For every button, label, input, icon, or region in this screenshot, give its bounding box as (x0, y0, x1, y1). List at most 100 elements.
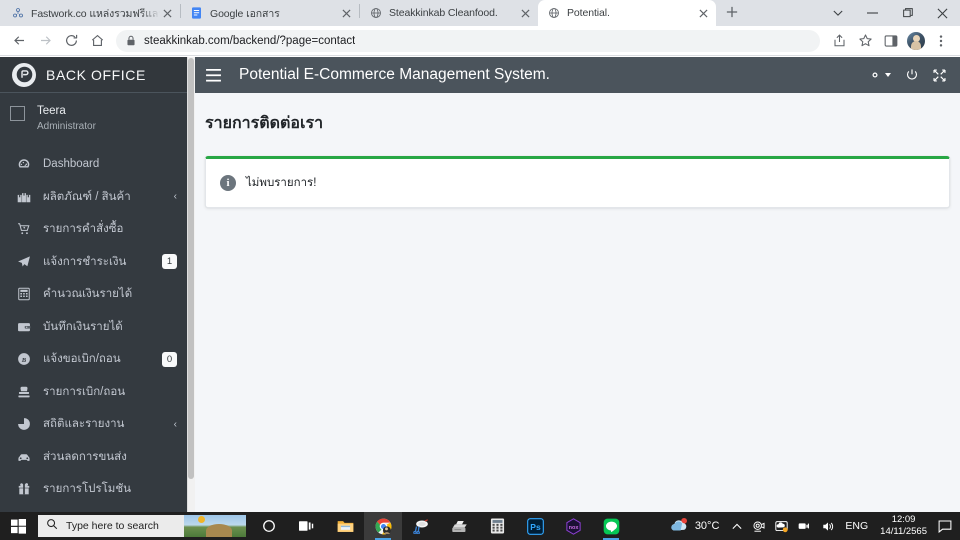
language-indicator[interactable]: ENG (840, 512, 873, 540)
calculator-icon (14, 287, 34, 301)
sidebar-item-withdraw-request[interactable]: B แจ้งขอเบิก/ถอน 0 (0, 343, 187, 376)
clock-time: 12:09 (891, 514, 916, 526)
close-icon[interactable] (696, 6, 710, 20)
close-icon[interactable] (925, 0, 960, 26)
brand-title: BACK OFFICE (46, 66, 146, 83)
close-icon[interactable] (160, 6, 174, 20)
browser-tab-4[interactable]: Potential. (538, 0, 716, 26)
sidebar-item-orders[interactable]: รายการคำสั่งซื้อ (0, 213, 187, 246)
tachometer-icon (14, 157, 34, 171)
gear-icon[interactable] (868, 68, 891, 82)
sidebar-item-label: แจ้งขอเบิก/ถอน (43, 353, 121, 366)
side-panel-icon[interactable] (878, 28, 904, 54)
weather-temperature: 30°C (694, 520, 720, 532)
close-icon[interactable] (339, 6, 353, 20)
file-explorer-icon[interactable] (326, 512, 364, 540)
photoshop-icon[interactable]: Ps (516, 512, 554, 540)
address-bar[interactable]: steakkinkab.com/backend/?page=contact (116, 29, 820, 52)
top-navbar: Potential E-Commerce Management System. (195, 57, 960, 93)
network-icon[interactable] (793, 512, 817, 540)
volume-icon[interactable] (817, 512, 840, 540)
expand-icon[interactable] (933, 68, 946, 82)
navbar-actions (868, 68, 946, 82)
browser-tab-3[interactable]: Steakkinkab Cleanfood. (360, 0, 538, 26)
sidebar-item-label: คำนวณเงินรายได้ (43, 288, 133, 301)
home-icon[interactable] (84, 28, 110, 54)
caret-down-icon (885, 73, 891, 77)
sidebar-item-dashboard[interactable]: Dashboard (0, 148, 187, 181)
reload-icon[interactable] (58, 28, 84, 54)
show-hidden-icons-chevron[interactable] (727, 512, 747, 540)
sidebar-item-products[interactable]: ผลิตภัณฑ์ / สินค้า ‹ (0, 181, 187, 214)
avatar (10, 106, 25, 121)
sidebar: BACK OFFICE Teera Administrator Dashboar… (0, 57, 187, 512)
status-badge: 0 (162, 351, 177, 367)
page-scrollbar-thumb[interactable] (188, 58, 194, 479)
browser-toolbar: steakkinkab.com/backend/?page=contact (0, 26, 960, 56)
paper-plane-icon (14, 255, 34, 269)
windows-start-icon[interactable] (0, 512, 36, 540)
google-docs-icon (190, 7, 203, 20)
clock-date: 14/11/2565 (880, 526, 927, 537)
svg-text:Ps: Ps (530, 522, 541, 532)
sidebar-item-statistics[interactable]: สถิติและรายงาน ‹ (0, 408, 187, 441)
profile-avatar[interactable] (907, 31, 925, 50)
browser-tab-1[interactable]: Fastwork.co แหล่งรวมฟรีแลนซ์คุณภ (2, 0, 180, 26)
star-icon[interactable] (852, 28, 878, 54)
web-page: BACK OFFICE Teera Administrator Dashboar… (0, 57, 960, 512)
fastwork-icon (11, 7, 24, 20)
car-icon (14, 450, 34, 464)
tab-title: Steakkinkab Cleanfood. (389, 7, 498, 19)
speech-bubble-icon[interactable] (934, 512, 956, 540)
user-role: Administrator (37, 120, 96, 132)
sidebar-item-shipping-discount[interactable]: ส่วนลดการขนส่ง (0, 441, 187, 474)
back-arrow-icon[interactable] (6, 28, 32, 54)
bitcoin-circle-icon: B (14, 352, 34, 366)
window-controls (820, 0, 960, 26)
sidebar-item-income-calc[interactable]: คำนวณเงินรายได้ (0, 278, 187, 311)
taskbar-clock[interactable]: 12:09 14/11/2565 (873, 514, 934, 538)
forward-arrow-icon[interactable] (32, 28, 58, 54)
kebab-menu-icon[interactable] (928, 28, 954, 54)
magnifier-icon (46, 517, 58, 535)
sidebar-nav: Dashboard ผลิตภัณฑ์ / สินค้า ‹ รายการคำส… (0, 144, 187, 506)
webcam-icon[interactable] (747, 512, 770, 540)
close-icon[interactable] (518, 6, 532, 20)
cortana-icon[interactable] (250, 512, 288, 540)
browser-tab-2[interactable]: Google เอกสาร (181, 0, 359, 26)
google-chrome-icon[interactable] (364, 512, 402, 540)
task-view-icon[interactable] (288, 512, 326, 540)
sidebar-item-promotions[interactable]: รายการโปรโมชัน (0, 473, 187, 506)
snipping-tool-icon[interactable] (402, 512, 440, 540)
tab-strip: Fastwork.co แหล่งรวมฟรีแลนซ์คุณภ Google … (0, 0, 960, 26)
line-app-icon[interactable] (592, 512, 630, 540)
user-panel[interactable]: Teera Administrator (0, 93, 187, 144)
windows-taskbar: Type here to search Ps nox 30°C ENG 12:0… (0, 512, 960, 540)
alert-message: ไม่พบรายการ! (246, 177, 317, 189)
brand-header[interactable]: BACK OFFICE (0, 57, 187, 93)
nox-player-icon[interactable]: nox (554, 512, 592, 540)
globe-icon (369, 7, 382, 20)
sidebar-item-income-record[interactable]: บันทึกเงินรายได้ (0, 311, 187, 344)
hamburger-icon[interactable] (195, 57, 231, 93)
weather-widget[interactable]: 30°C (666, 517, 728, 535)
power-icon[interactable] (905, 68, 919, 82)
calculator-app-icon[interactable] (478, 512, 516, 540)
sidebar-item-label: รายการเบิก/ถอน (43, 385, 126, 398)
search-input[interactable]: Type here to search (38, 515, 246, 537)
onedrive-icon[interactable] (770, 512, 793, 540)
sidebar-item-withdraw-list[interactable]: รายการเบิก/ถอน (0, 376, 187, 409)
chevron-down-icon[interactable] (820, 0, 855, 26)
share-icon[interactable] (826, 28, 852, 54)
sidebar-item-label: Dashboard (43, 158, 100, 171)
new-tab-button[interactable] (719, 0, 745, 25)
fax-scan-icon[interactable] (440, 512, 478, 540)
sidebar-item-payment-notify[interactable]: แจ้งการชำระเงิน 1 (0, 246, 187, 279)
taskbar-apps: Ps nox (250, 512, 630, 540)
gift-icon (14, 482, 34, 496)
sidebar-item-label: แจ้งการชำระเงิน (43, 255, 127, 268)
stamp-icon (14, 385, 34, 399)
maximize-icon[interactable] (890, 0, 925, 26)
chevron-left-icon: ‹ (173, 191, 177, 203)
minimize-icon[interactable] (855, 0, 890, 26)
